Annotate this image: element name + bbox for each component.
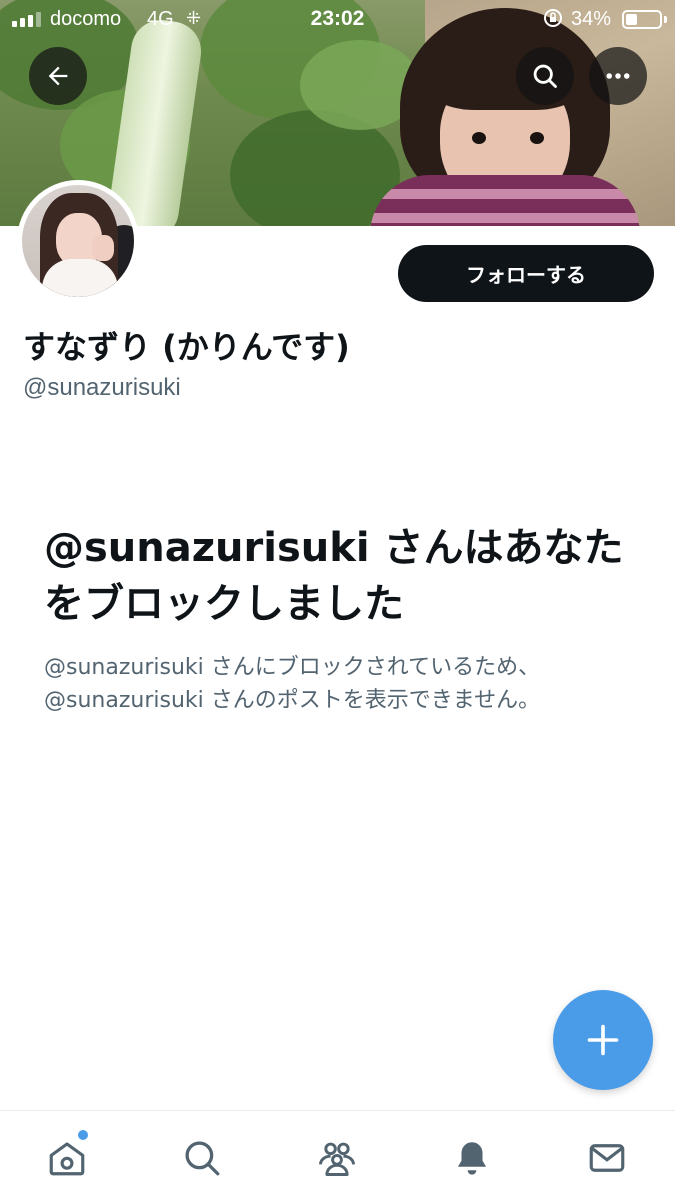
- display-name: すなずり (かりんです): [23, 328, 350, 366]
- back-arrow-icon: [48, 66, 68, 86]
- plus-icon: [587, 1024, 619, 1056]
- search-button[interactable]: [516, 47, 574, 105]
- battery-tip: [664, 16, 667, 23]
- battery-fill: [626, 14, 637, 25]
- nav-messages[interactable]: [582, 1133, 632, 1183]
- blocked-description: @sunazurisuki さんにブロックされているため、 @sunazuris…: [44, 651, 654, 717]
- home-notification-dot: [78, 1130, 88, 1140]
- home-icon: [49, 1142, 85, 1176]
- back-button[interactable]: [29, 47, 87, 105]
- search-icon: [533, 64, 557, 88]
- follow-button[interactable]: フォローする: [398, 245, 654, 302]
- nav-home[interactable]: [42, 1133, 92, 1183]
- orientation-lock-icon: [543, 8, 563, 33]
- avatar[interactable]: [17, 180, 139, 302]
- search-icon: [185, 1141, 220, 1176]
- banner-child-eye: [530, 132, 544, 144]
- more-icon: [606, 73, 630, 79]
- banner-child-shirt: [370, 175, 640, 226]
- nav-communities[interactable]: [312, 1133, 362, 1183]
- avatar-image: [22, 185, 134, 297]
- blocked-description-line: @sunazurisuki さんのポストを表示できません。: [44, 688, 541, 713]
- messages-icon: [589, 1144, 625, 1172]
- battery-icon: [622, 10, 662, 29]
- status-bar: docomo 4G ⁜ 23:02 34%: [0, 0, 675, 38]
- communities-icon: [319, 1142, 355, 1176]
- blocked-description-line: @sunazurisuki さんにブロックされているため、: [44, 655, 541, 680]
- nav-notifications[interactable]: [447, 1133, 497, 1183]
- banner-child-eye: [472, 132, 486, 144]
- battery-percent: 34%: [571, 8, 612, 30]
- compose-button[interactable]: [553, 990, 653, 1090]
- notifications-icon: [458, 1142, 486, 1175]
- blocked-title: @sunazurisuki さんはあなたをブロックしました: [44, 525, 624, 627]
- more-button[interactable]: [589, 47, 647, 105]
- nav-search[interactable]: [177, 1133, 227, 1183]
- user-handle: @sunazurisuki: [23, 374, 181, 401]
- bottom-navigation: [0, 1110, 675, 1200]
